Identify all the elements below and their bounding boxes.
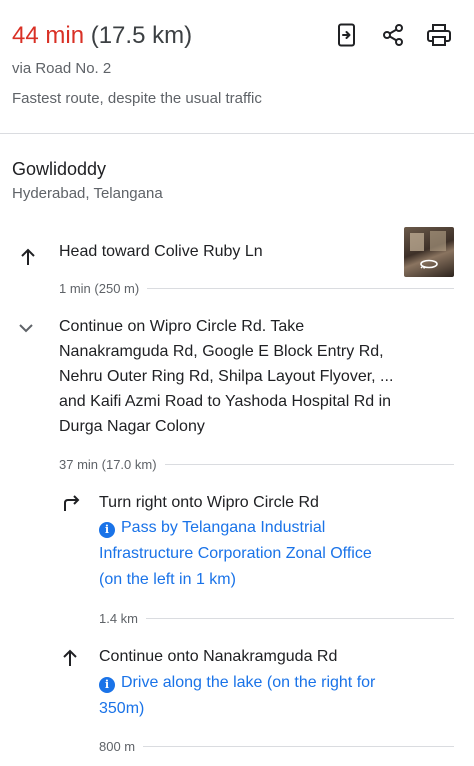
route-via: via Road No. 2 (12, 60, 112, 77)
route-distance: (17.5 km) (90, 22, 193, 49)
origin-region: Hyderabad, Telangana (12, 185, 163, 202)
info-icon: i (99, 522, 115, 538)
street-view-360-icon (420, 259, 438, 269)
step-line: and Kaifi Azmi Road to Yashoda Hospital … (59, 393, 392, 410)
step-distance-row: 37 min (17.0 km) (59, 457, 454, 472)
divider (164, 464, 454, 465)
route-summary: 44 min (17.5 km) via Road No. 2 Fastest … (0, 0, 474, 134)
step-line: Durga Nagar Colony (59, 418, 205, 435)
divider (147, 288, 454, 289)
substep-distance: 800 m (99, 739, 136, 754)
step-line: Continue on Wipro Circle Rd. Take (59, 318, 305, 335)
note-line: (on the left in 1 km) (99, 571, 236, 588)
step-distance: 37 min (17.0 km) (59, 457, 157, 472)
street-view-thumbnail[interactable] (404, 227, 454, 277)
print-icon[interactable] (426, 22, 452, 48)
turn-right-icon (60, 491, 84, 515)
step-distance: 1 min (250 m) (59, 281, 140, 296)
info-icon: i (99, 677, 115, 693)
step-instruction: Head toward Colive Ruby Ln (59, 243, 263, 260)
step-instruction-group[interactable]: Continue on Wipro Circle Rd. Take Nanakr… (59, 314, 393, 439)
note-line: 350m) (99, 700, 145, 717)
step-line: Nanakramguda Rd, Google E Block Entry Rd… (59, 343, 384, 360)
arrow-up-icon (16, 245, 40, 269)
substep-instruction: Continue onto Nanakramguda Rd (99, 648, 338, 665)
divider (143, 746, 454, 747)
share-icon[interactable] (380, 22, 406, 48)
origin-name: Gowlidoddy (12, 159, 107, 179)
landmark-note-link[interactable]: i Drive along the lake (on the right for … (99, 670, 375, 722)
route-note: Fastest route, despite the usual traffic (12, 90, 262, 107)
substep-distance-row: 800 m (99, 739, 454, 754)
header-actions (334, 22, 452, 48)
substep-instruction: Turn right onto Wipro Circle Rd (99, 494, 319, 511)
substep-distance-row: 1.4 km (99, 611, 454, 626)
divider (146, 618, 454, 619)
landmark-note-link[interactable]: i Pass by Telangana Industrial Infrastruc… (99, 515, 372, 593)
send-to-device-icon[interactable] (334, 22, 360, 48)
step-distance-row: 1 min (250 m) (59, 281, 454, 296)
route-duration: 44 min (12, 22, 85, 49)
substep-distance: 1.4 km (99, 611, 139, 626)
arrow-up-icon (58, 646, 82, 670)
route-time-distance: 44 min (17.5 km) (12, 20, 192, 52)
note-line: Pass by Telangana Industrial (121, 519, 326, 536)
note-line: Infrastructure Corporation Zonal Office (99, 545, 372, 562)
note-line: Drive along the lake (on the right for (121, 674, 376, 691)
chevron-down-icon[interactable] (14, 316, 38, 340)
step-line: Nehru Outer Ring Rd, Shilpa Layout Flyov… (59, 368, 394, 385)
